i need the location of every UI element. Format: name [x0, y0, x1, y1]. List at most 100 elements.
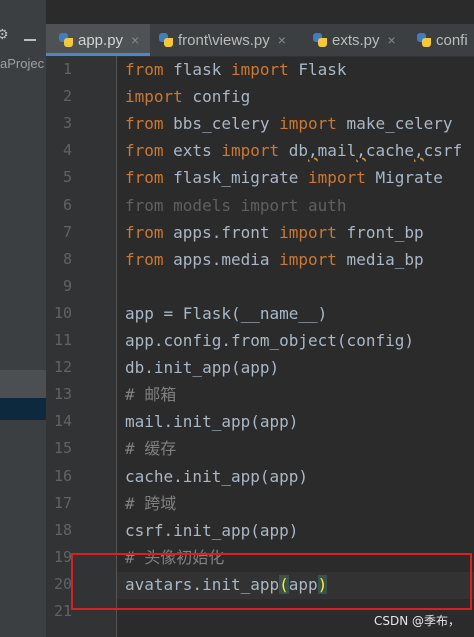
code-line[interactable]: import config: [125, 83, 250, 110]
code-line[interactable]: # 缓存: [125, 435, 176, 462]
line-number: 14: [53, 412, 72, 430]
code-token: ,: [414, 141, 424, 160]
code-token: cache.init_app(app): [125, 467, 309, 486]
code-line[interactable]: app = Flask(__name__): [125, 300, 327, 327]
code-token: from: [125, 141, 164, 160]
code-token: from: [125, 223, 164, 242]
code-token: media_bp: [336, 250, 424, 269]
tab-front-views-py[interactable]: front\views.py ×: [158, 24, 308, 56]
code-token: make_celery: [336, 114, 453, 133]
code-token: from: [125, 250, 164, 269]
code-token: flask_migrate: [163, 168, 309, 187]
code-line[interactable]: from exts import db,mail,cache,csrf: [125, 137, 462, 164]
code-line[interactable]: app.config.from_object(config): [125, 327, 414, 354]
line-number: 3: [62, 114, 72, 132]
code-token: db: [279, 141, 309, 160]
code-line[interactable]: from apps.front import front_bp: [125, 219, 424, 246]
line-number: 1: [62, 60, 72, 78]
close-icon[interactable]: ×: [131, 32, 139, 48]
code-line[interactable]: mail.init_app(app): [125, 408, 298, 435]
line-number: 16: [53, 467, 72, 485]
collapse-icon[interactable]: [24, 39, 36, 41]
code-token: # 跨域: [125, 494, 177, 513]
line-number: 19: [53, 548, 72, 566]
code-token: from models import auth: [125, 196, 347, 215]
highlight-annotation-box: [71, 553, 472, 610]
code-token: import: [125, 87, 183, 106]
code-token: apps.media: [163, 250, 280, 269]
code-line[interactable]: from bbs_celery import make_celery: [125, 110, 453, 137]
gutter-divider: [116, 56, 117, 637]
code-token: import: [230, 60, 289, 79]
code-token: exts: [163, 141, 222, 160]
tab-exts-py[interactable]: exts.py ×: [312, 24, 422, 56]
tab-config-py[interactable]: confi: [416, 24, 474, 56]
tab-label: confi: [436, 31, 468, 49]
tab-label: app.py: [78, 31, 124, 49]
code-token: from: [125, 168, 164, 187]
python-file-icon: [416, 32, 432, 48]
code-token: ,: [308, 141, 318, 160]
line-number: 12: [53, 358, 72, 376]
code-token: Flask: [288, 60, 347, 79]
code-line[interactable]: from flask import Flask: [125, 56, 347, 83]
line-number: 21: [53, 602, 72, 620]
code-token: import: [279, 223, 337, 242]
tab-app-py[interactable]: app.py ×: [46, 24, 150, 56]
code-token: csrf: [423, 141, 463, 160]
code-token: apps.front: [163, 223, 280, 242]
code-token: from: [125, 60, 164, 79]
code-token: ,: [356, 141, 366, 160]
line-number: 4: [62, 141, 72, 159]
line-number: 6: [62, 196, 72, 214]
line-number: 11: [53, 331, 72, 349]
code-token: db.init_app(app): [125, 358, 280, 377]
editor-tab-bar: app.py × front\views.py × exts.py × conf…: [46, 24, 474, 57]
line-number: 10: [53, 304, 72, 322]
line-number: 2: [62, 87, 72, 105]
tab-label: front\views.py: [178, 31, 270, 49]
code-token: # 邮箱: [125, 385, 177, 404]
code-token: import: [279, 114, 337, 133]
code-token: import: [221, 141, 280, 160]
tab-label: exts.py: [332, 31, 380, 49]
python-file-icon: [312, 32, 328, 48]
gear-icon[interactable]: ⚙: [0, 28, 9, 42]
python-file-icon: [58, 32, 74, 48]
line-number: 8: [62, 250, 72, 268]
project-tree-row-selected[interactable]: [0, 398, 46, 420]
line-number: 18: [53, 521, 72, 539]
line-number: 20: [53, 575, 72, 593]
code-line[interactable]: db.init_app(app): [125, 354, 279, 381]
code-token: front_bp: [336, 223, 424, 242]
line-number: 15: [53, 439, 72, 457]
project-name[interactable]: aProjec: [0, 56, 44, 71]
watermark: CSDN @季布，: [374, 614, 461, 628]
code-token: flask: [163, 60, 231, 79]
code-line[interactable]: from flask_migrate import Migrate: [125, 164, 443, 191]
code-line[interactable]: from models import auth: [125, 192, 347, 219]
code-token: mail: [317, 141, 357, 160]
code-token: cache: [365, 141, 415, 160]
code-line[interactable]: csrf.init_app(app): [125, 517, 298, 544]
code-token: import: [279, 250, 337, 269]
code-token: # 缓存: [125, 439, 177, 458]
code-token: csrf.init_app(app): [125, 521, 299, 540]
code-token: app = Flask(__name__): [125, 304, 328, 323]
code-token: Migrate: [365, 168, 443, 187]
code-token: mail.init_app(app): [125, 412, 299, 431]
code-line[interactable]: # 邮箱: [125, 381, 176, 408]
project-panel: [0, 0, 46, 637]
code-token: app.config.from_object(config): [125, 331, 414, 350]
code-line[interactable]: cache.init_app(app): [125, 463, 308, 490]
line-number: 5: [62, 168, 72, 186]
close-icon[interactable]: ×: [388, 32, 396, 48]
close-icon[interactable]: ×: [278, 32, 286, 48]
project-tree-row[interactable]: [0, 370, 46, 398]
code-line[interactable]: from apps.media import media_bp: [125, 246, 424, 273]
code-token: from: [125, 114, 164, 133]
project-toolbar: ⚙: [0, 0, 46, 55]
python-file-icon: [158, 32, 174, 48]
code-line[interactable]: # 跨域: [125, 490, 176, 517]
code-token: config: [182, 87, 251, 106]
